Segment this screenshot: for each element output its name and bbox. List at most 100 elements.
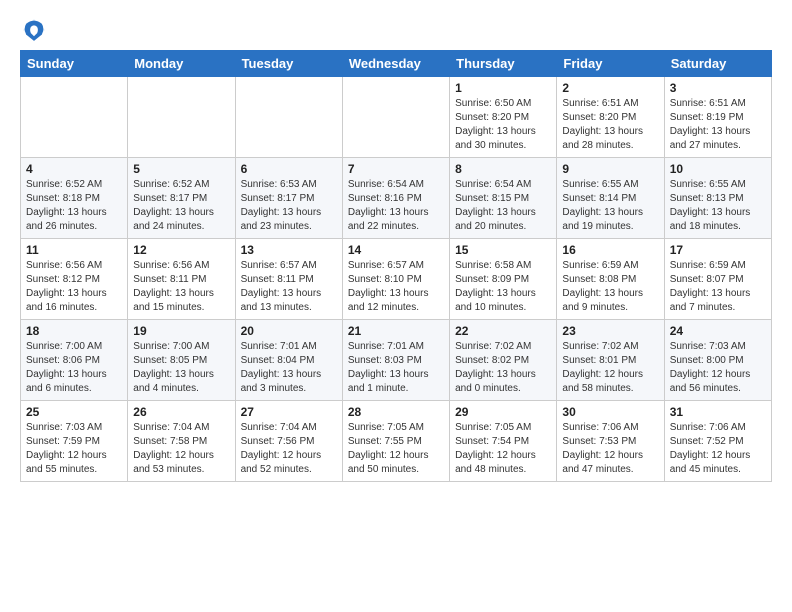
- calendar-cell: 25 Sunrise: 7:03 AM Sunset: 7:59 PM Dayli…: [21, 401, 128, 482]
- calendar-cell: 18 Sunrise: 7:00 AM Sunset: 8:06 PM Dayli…: [21, 320, 128, 401]
- day-number: 1: [455, 81, 551, 95]
- calendar-cell: 5 Sunrise: 6:52 AM Sunset: 8:17 PM Daylig…: [128, 158, 235, 239]
- calendar-cell: 31 Sunrise: 7:06 AM Sunset: 7:52 PM Dayli…: [664, 401, 771, 482]
- day-info: Sunrise: 7:02 AM Sunset: 8:02 PM Dayligh…: [455, 340, 551, 396]
- col-header-friday: Friday: [557, 51, 664, 77]
- calendar-cell: 8Sunrise: 6:54 AM Sunset: 8:15 PM Daylig…: [450, 158, 557, 239]
- day-info: Sunrise: 6:54 AM Sunset: 8:16 PM Dayligh…: [348, 178, 444, 234]
- day-number: 13: [241, 243, 337, 257]
- day-number: 2: [562, 81, 658, 95]
- day-info: Sunrise: 7:04 AM Sunset: 7:58 PM Dayligh…: [133, 421, 229, 477]
- calendar-cell: 7 Sunrise: 6:54 AM Sunset: 8:16 PM Daylig…: [342, 158, 449, 239]
- day-info: Sunrise: 6:59 AM Sunset: 8:08 PM Dayligh…: [562, 259, 658, 315]
- page: SundayMondayTuesdayWednesdayThursdayFrid…: [0, 0, 792, 498]
- day-info: Sunrise: 7:05 AM Sunset: 7:54 PM Dayligh…: [455, 421, 551, 477]
- day-number: 22: [455, 324, 551, 338]
- col-header-wednesday: Wednesday: [342, 51, 449, 77]
- day-number: 27: [241, 405, 337, 419]
- calendar-cell: 12Sunrise: 6:56 AM Sunset: 8:11 PM Dayli…: [128, 239, 235, 320]
- logo: [20, 16, 52, 44]
- day-number: 26: [133, 405, 229, 419]
- col-header-thursday: Thursday: [450, 51, 557, 77]
- day-number: 5: [133, 162, 229, 176]
- logo-icon: [20, 16, 48, 44]
- day-number: 12: [133, 243, 229, 257]
- col-header-tuesday: Tuesday: [235, 51, 342, 77]
- day-number: 24: [670, 324, 766, 338]
- day-info: Sunrise: 7:05 AM Sunset: 7:55 PM Dayligh…: [348, 421, 444, 477]
- calendar-cell: 22 Sunrise: 7:02 AM Sunset: 8:02 PM Dayli…: [450, 320, 557, 401]
- day-info: Sunrise: 6:51 AM Sunset: 8:20 PM Dayligh…: [562, 97, 658, 153]
- calendar-cell: 26 Sunrise: 7:04 AM Sunset: 7:58 PM Dayli…: [128, 401, 235, 482]
- day-number: 17: [670, 243, 766, 257]
- day-info: Sunrise: 7:02 AM Sunset: 8:01 PM Dayligh…: [562, 340, 658, 396]
- day-info: Sunrise: 6:50 AM Sunset: 8:20 PM Dayligh…: [455, 97, 551, 153]
- calendar-cell: 28 Sunrise: 7:05 AM Sunset: 7:55 PM Dayli…: [342, 401, 449, 482]
- calendar-header-row: SundayMondayTuesdayWednesdayThursdayFrid…: [21, 51, 772, 77]
- day-info: Sunrise: 7:00 AM Sunset: 8:06 PM Dayligh…: [26, 340, 122, 396]
- col-header-monday: Monday: [128, 51, 235, 77]
- calendar-cell: [342, 77, 449, 158]
- calendar-cell: 2 Sunrise: 6:51 AM Sunset: 8:20 PM Daylig…: [557, 77, 664, 158]
- day-info: Sunrise: 7:04 AM Sunset: 7:56 PM Dayligh…: [241, 421, 337, 477]
- day-info: Sunrise: 6:57 AM Sunset: 8:10 PM Dayligh…: [348, 259, 444, 315]
- day-info: Sunrise: 6:52 AM Sunset: 8:18 PM Dayligh…: [26, 178, 122, 234]
- day-number: 4: [26, 162, 122, 176]
- day-info: Sunrise: 7:06 AM Sunset: 7:52 PM Dayligh…: [670, 421, 766, 477]
- day-info: Sunrise: 6:59 AM Sunset: 8:07 PM Dayligh…: [670, 259, 766, 315]
- day-info: Sunrise: 7:01 AM Sunset: 8:04 PM Dayligh…: [241, 340, 337, 396]
- calendar-cell: 23 Sunrise: 7:02 AM Sunset: 8:01 PM Dayli…: [557, 320, 664, 401]
- day-number: 10: [670, 162, 766, 176]
- day-number: 11: [26, 243, 122, 257]
- day-number: 16: [562, 243, 658, 257]
- day-info: Sunrise: 7:00 AM Sunset: 8:05 PM Dayligh…: [133, 340, 229, 396]
- day-number: 7: [348, 162, 444, 176]
- calendar-week-3: 11 Sunrise: 6:56 AM Sunset: 8:12 PM Dayli…: [21, 239, 772, 320]
- day-number: 15: [455, 243, 551, 257]
- calendar-cell: 20 Sunrise: 7:01 AM Sunset: 8:04 PM Dayli…: [235, 320, 342, 401]
- calendar-week-5: 25 Sunrise: 7:03 AM Sunset: 7:59 PM Dayli…: [21, 401, 772, 482]
- calendar-cell: 16 Sunrise: 6:59 AM Sunset: 8:08 PM Dayli…: [557, 239, 664, 320]
- calendar-cell: 17 Sunrise: 6:59 AM Sunset: 8:07 PM Dayli…: [664, 239, 771, 320]
- col-header-sunday: Sunday: [21, 51, 128, 77]
- calendar-cell: 24 Sunrise: 7:03 AM Sunset: 8:00 PM Dayli…: [664, 320, 771, 401]
- calendar-cell: 29 Sunrise: 7:05 AM Sunset: 7:54 PM Dayli…: [450, 401, 557, 482]
- calendar-cell: 15 Sunrise: 6:58 AM Sunset: 8:09 PM Dayli…: [450, 239, 557, 320]
- calendar-cell: 3 Sunrise: 6:51 AM Sunset: 8:19 PM Daylig…: [664, 77, 771, 158]
- calendar-cell: 27 Sunrise: 7:04 AM Sunset: 7:56 PM Dayli…: [235, 401, 342, 482]
- calendar-cell: 10Sunrise: 6:55 AM Sunset: 8:13 PM Dayli…: [664, 158, 771, 239]
- day-number: 25: [26, 405, 122, 419]
- day-number: 19: [133, 324, 229, 338]
- day-number: 3: [670, 81, 766, 95]
- calendar-week-4: 18 Sunrise: 7:00 AM Sunset: 8:06 PM Dayli…: [21, 320, 772, 401]
- calendar-cell: 13 Sunrise: 6:57 AM Sunset: 8:11 PM Dayli…: [235, 239, 342, 320]
- day-info: Sunrise: 6:58 AM Sunset: 8:09 PM Dayligh…: [455, 259, 551, 315]
- calendar-cell: 30Sunrise: 7:06 AM Sunset: 7:53 PM Dayli…: [557, 401, 664, 482]
- calendar-cell: [235, 77, 342, 158]
- day-number: 28: [348, 405, 444, 419]
- day-info: Sunrise: 6:54 AM Sunset: 8:15 PM Dayligh…: [455, 178, 551, 234]
- day-number: 18: [26, 324, 122, 338]
- calendar-cell: 9Sunrise: 6:55 AM Sunset: 8:14 PM Daylig…: [557, 158, 664, 239]
- day-number: 9: [562, 162, 658, 176]
- day-number: 6: [241, 162, 337, 176]
- calendar-cell: 1 Sunrise: 6:50 AM Sunset: 8:20 PM Daylig…: [450, 77, 557, 158]
- day-info: Sunrise: 6:52 AM Sunset: 8:17 PM Dayligh…: [133, 178, 229, 234]
- day-number: 23: [562, 324, 658, 338]
- day-info: Sunrise: 6:51 AM Sunset: 8:19 PM Dayligh…: [670, 97, 766, 153]
- day-info: Sunrise: 7:03 AM Sunset: 7:59 PM Dayligh…: [26, 421, 122, 477]
- day-number: 31: [670, 405, 766, 419]
- calendar-week-2: 4 Sunrise: 6:52 AM Sunset: 8:18 PM Daylig…: [21, 158, 772, 239]
- calendar-cell: 19 Sunrise: 7:00 AM Sunset: 8:05 PM Dayli…: [128, 320, 235, 401]
- day-number: 29: [455, 405, 551, 419]
- day-number: 20: [241, 324, 337, 338]
- day-info: Sunrise: 7:03 AM Sunset: 8:00 PM Dayligh…: [670, 340, 766, 396]
- calendar-cell: 4 Sunrise: 6:52 AM Sunset: 8:18 PM Daylig…: [21, 158, 128, 239]
- day-number: 14: [348, 243, 444, 257]
- calendar-cell: 11 Sunrise: 6:56 AM Sunset: 8:12 PM Dayli…: [21, 239, 128, 320]
- day-info: Sunrise: 6:57 AM Sunset: 8:11 PM Dayligh…: [241, 259, 337, 315]
- header: [20, 16, 772, 44]
- calendar-cell: [21, 77, 128, 158]
- day-number: 30: [562, 405, 658, 419]
- day-info: Sunrise: 6:56 AM Sunset: 8:12 PM Dayligh…: [26, 259, 122, 315]
